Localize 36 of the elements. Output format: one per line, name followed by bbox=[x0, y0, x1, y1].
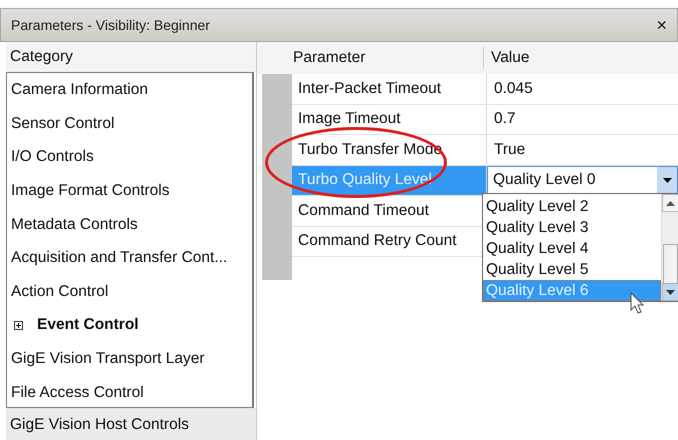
parameter-value: 0.045 bbox=[486, 74, 678, 104]
scroll-up-button[interactable] bbox=[662, 194, 678, 212]
category-item[interactable]: Camera Information bbox=[7, 73, 252, 107]
category-item[interactable]: Metadata Controls bbox=[7, 208, 252, 242]
parameter-value: 0.7 bbox=[486, 104, 678, 134]
category-item[interactable]: Event Control bbox=[7, 308, 252, 342]
dropdown-option[interactable]: Quality Level 2 bbox=[483, 196, 661, 217]
window-title: Parameters - Visibility: Beginner bbox=[11, 17, 210, 33]
column-header[interactable]: Value bbox=[483, 47, 530, 69]
dropdown-option[interactable]: Quality Level 5 bbox=[483, 259, 661, 280]
column-header[interactable]: Parameter bbox=[257, 42, 483, 74]
dropdown[interactable]: Quality Level 0 bbox=[487, 166, 678, 195]
category-item[interactable]: I/O Controls bbox=[7, 140, 252, 174]
up-arrow-icon[interactable] bbox=[666, 200, 675, 206]
parameter-name[interactable]: Command Timeout bbox=[292, 196, 486, 226]
close-button[interactable]: × bbox=[652, 14, 671, 36]
category-item[interactable]: File Access Control bbox=[7, 376, 252, 410]
category-item[interactable]: Acquisition and Transfer Cont... bbox=[7, 241, 252, 275]
scroll-down-button[interactable] bbox=[662, 283, 678, 301]
category-item[interactable]: Action Control bbox=[7, 274, 252, 309]
category-item[interactable]: GigE Vision Transport Layer bbox=[7, 342, 252, 376]
scrollbar[interactable] bbox=[661, 194, 678, 301]
parameter-value: True bbox=[486, 135, 678, 164]
parameter-name[interactable]: Inter-Packet Timeout bbox=[292, 74, 486, 104]
scrollbar-thumb[interactable] bbox=[663, 244, 678, 284]
category-item[interactable]: Image Format Controls bbox=[7, 174, 252, 208]
parameter-name[interactable]: Image Timeout bbox=[292, 104, 486, 134]
expand-icon[interactable] bbox=[14, 320, 23, 330]
dropdown-option[interactable]: Quality Level 3 bbox=[483, 217, 661, 238]
dropdown-option[interactable]: Quality Level 4 bbox=[483, 238, 661, 259]
dropdown-arrow-icon[interactable] bbox=[662, 178, 672, 183]
down-arrow-icon[interactable] bbox=[666, 290, 675, 294]
category-item[interactable]: GigE Vision Host Controls bbox=[6, 408, 256, 440]
column-header[interactable]: Category bbox=[6, 42, 256, 72]
parameter-name[interactable]: Command Retry Count bbox=[292, 226, 486, 256]
category-item[interactable]: Sensor Control bbox=[7, 107, 252, 141]
